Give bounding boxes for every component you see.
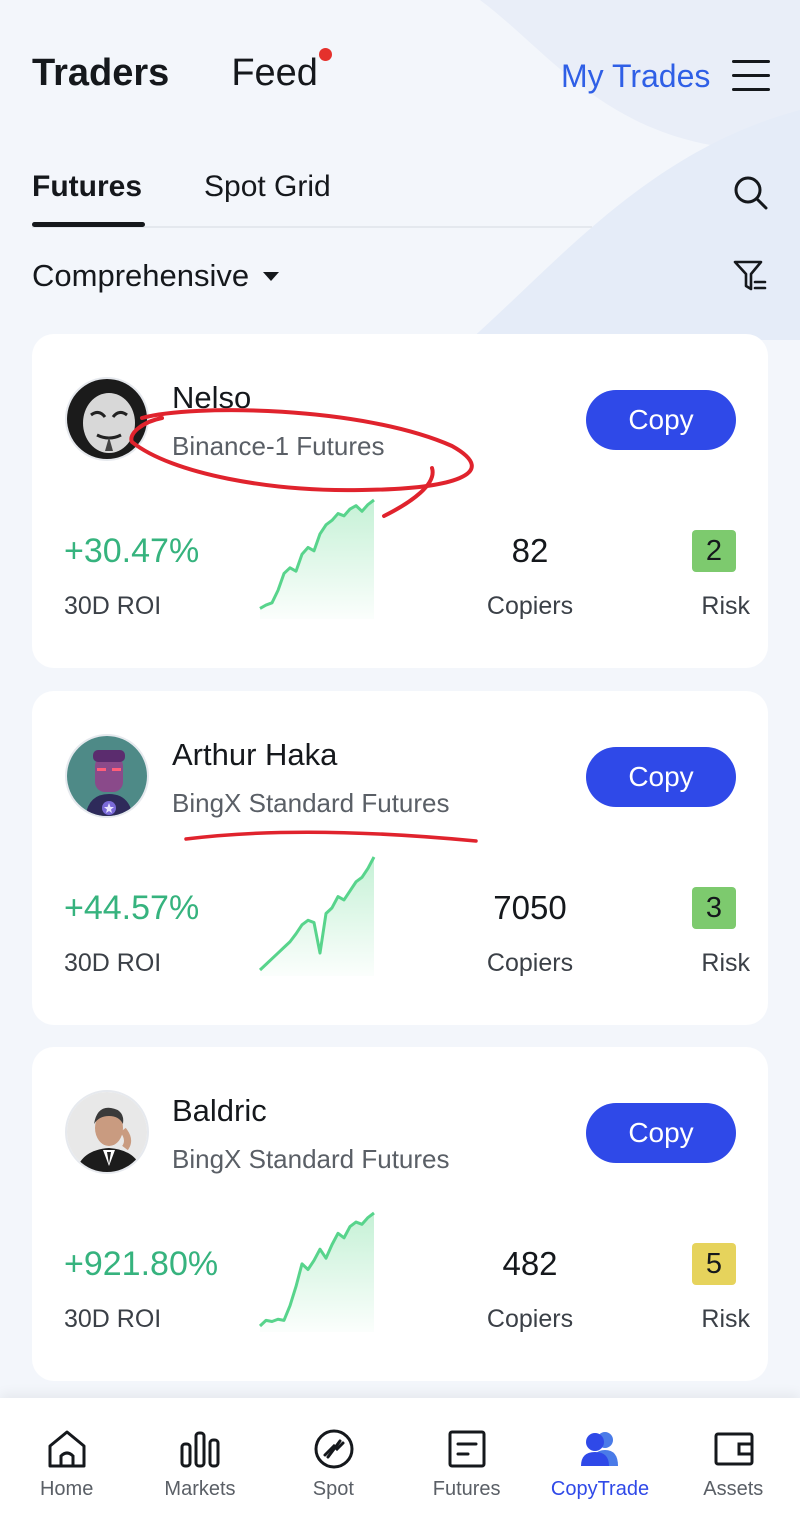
sort-label: Comprehensive <box>32 258 250 293</box>
trader-name[interactable]: Nelso <box>172 380 251 416</box>
nav-copytrade-label: CopyTrade <box>550 1478 650 1500</box>
tab-feed[interactable]: Feed <box>231 48 332 95</box>
copy-button[interactable]: Copy <box>586 747 736 807</box>
roi-value: +44.57% <box>64 889 200 927</box>
notification-dot <box>318 48 332 61</box>
copy-button[interactable]: Copy <box>586 1103 736 1163</box>
home-icon <box>48 1430 86 1468</box>
copiers-label: Copiers <box>486 1305 574 1333</box>
nav-assets-label: Assets <box>703 1478 764 1500</box>
copiers-count: 82 <box>511 532 549 569</box>
nav-home-label: Home <box>39 1478 94 1500</box>
avatar[interactable] <box>65 1090 149 1174</box>
nav-futures[interactable]: Futures <box>400 1398 533 1519</box>
search-icon[interactable] <box>732 174 770 212</box>
active-tab-indicator <box>32 222 145 227</box>
nav-assets[interactable]: Assets <box>667 1398 800 1519</box>
nav-spot[interactable]: Spot <box>267 1398 400 1519</box>
copiers-count: 7050 <box>493 889 567 926</box>
roi-value: +921.80% <box>64 1245 219 1283</box>
tab-traders[interactable]: Traders <box>32 52 169 95</box>
trader-name[interactable]: Arthur Haka <box>172 737 337 773</box>
risk-badge: 3 <box>692 887 736 929</box>
copy-button[interactable]: Copy <box>586 390 736 450</box>
copiers-label: Copiers <box>486 949 574 977</box>
sparkline-area <box>260 500 374 619</box>
trader-source: BingX Standard Futures <box>172 1144 450 1174</box>
my-trades-link[interactable]: My Trades <box>561 58 710 95</box>
risk-label: Risk <box>701 949 750 977</box>
tab-feed-label: Feed <box>231 52 318 94</box>
sparkline-area <box>260 1213 374 1332</box>
wallet-icon <box>714 1432 754 1466</box>
roi-sparkline <box>258 856 376 976</box>
nav-markets-label: Markets <box>164 1478 236 1500</box>
avatar[interactable] <box>65 734 149 818</box>
nav-futures-label: Futures <box>432 1478 501 1500</box>
risk-badge: 5 <box>692 1243 736 1285</box>
roi-label: 30D ROI <box>64 592 162 620</box>
futures-icon <box>448 1430 486 1468</box>
nav-home[interactable]: Home <box>0 1398 133 1519</box>
spot-icon <box>314 1429 354 1469</box>
risk-label: Risk <box>701 1305 750 1333</box>
tab-spot-grid[interactable]: Spot Grid <box>204 170 331 204</box>
trader-name[interactable]: Baldric <box>172 1093 267 1129</box>
trader-card[interactable]: Baldric BingX Standard Futures Copy +921… <box>32 1047 768 1381</box>
bottom-navigation: Home Markets Spot Futures CopyTrade Asse… <box>0 1398 800 1519</box>
nav-markets[interactable]: Markets <box>133 1398 266 1519</box>
market-subtabs: Futures Spot Grid <box>32 170 592 228</box>
copiers-label: Copiers <box>486 592 574 620</box>
nav-copytrade[interactable]: CopyTrade <box>533 1398 666 1519</box>
sort-dropdown[interactable]: Comprehensive <box>32 258 280 294</box>
roi-label: 30D ROI <box>64 949 162 977</box>
copiers-count: 482 <box>502 1245 558 1282</box>
sparkline-area <box>260 857 374 976</box>
menu-icon[interactable] <box>732 60 770 92</box>
risk-badge: 2 <box>692 530 736 572</box>
nav-spot-label: Spot <box>312 1478 354 1500</box>
caret-down-icon <box>263 271 280 281</box>
copytrade-icon <box>581 1432 619 1466</box>
trader-source: Binance-1 Futures <box>172 431 385 461</box>
roi-label: 30D ROI <box>64 1305 162 1333</box>
bar-chart-icon <box>180 1431 220 1468</box>
top-tab-bar: Traders Feed <box>32 48 380 95</box>
avatar[interactable] <box>65 377 149 461</box>
filter-icon[interactable] <box>732 258 768 294</box>
roi-sparkline <box>258 1211 375 1332</box>
trader-source: BingX Standard Futures <box>172 788 450 818</box>
risk-label: Risk <box>701 592 750 620</box>
trader-card[interactable]: Nelso Binance-1 Futures Copy +30.47% 30D… <box>32 334 768 668</box>
trader-card[interactable]: Arthur Haka BingX Standard Futures Copy … <box>32 691 768 1025</box>
roi-sparkline <box>259 498 375 619</box>
tab-futures[interactable]: Futures <box>32 170 142 204</box>
roi-value: +30.47% <box>64 532 200 570</box>
